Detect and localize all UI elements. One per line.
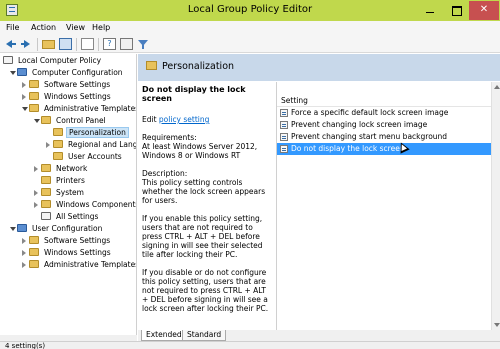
menu-bar: File Action View Help bbox=[0, 21, 500, 36]
list-item-selected[interactable]: Do not display the lock screen bbox=[277, 143, 498, 155]
toolbar-separator bbox=[76, 38, 77, 51]
folder-icon bbox=[53, 152, 63, 160]
collapse-arrow-icon[interactable] bbox=[34, 119, 40, 123]
requirements-text: Requirements: At least Windows Server 20… bbox=[142, 133, 258, 160]
expand-arrow-icon[interactable] bbox=[34, 166, 38, 172]
tab-standard[interactable]: Standard bbox=[182, 330, 227, 341]
policy-setting-icon bbox=[280, 145, 288, 153]
folder-icon bbox=[146, 61, 157, 70]
toolbar-separator bbox=[37, 38, 38, 51]
list-item[interactable]: Force a specific default lock screen ima… bbox=[277, 107, 498, 119]
forward-arrow-icon[interactable] bbox=[20, 38, 33, 50]
maximize-button[interactable] bbox=[443, 1, 469, 20]
section-header: Personalization bbox=[138, 54, 500, 81]
folder-icon bbox=[29, 80, 39, 88]
scroll-up-icon[interactable] bbox=[494, 85, 500, 89]
policy-tree: Local Computer Policy Computer Configura… bbox=[0, 54, 137, 335]
help-icon[interactable]: ? bbox=[103, 38, 116, 50]
settings-list: Setting Force a specific default lock sc… bbox=[276, 82, 500, 330]
folder-icon bbox=[41, 164, 51, 172]
menu-help[interactable]: Help bbox=[92, 23, 110, 32]
folder-icon bbox=[53, 128, 63, 136]
filter-icon[interactable] bbox=[136, 38, 149, 50]
menu-action[interactable]: Action bbox=[31, 23, 56, 32]
user-icon bbox=[17, 224, 27, 232]
all-settings-icon bbox=[41, 212, 51, 220]
folder-icon bbox=[29, 92, 39, 100]
policy-heading: Do not display the lock screen bbox=[142, 85, 246, 103]
folder-icon bbox=[29, 248, 39, 256]
section-title: Personalization bbox=[162, 61, 235, 72]
expand-arrow-icon[interactable] bbox=[46, 142, 50, 148]
tab-extended[interactable]: Extended bbox=[141, 330, 187, 341]
show-hide-tree-icon[interactable] bbox=[59, 38, 72, 50]
menu-view[interactable]: View bbox=[66, 23, 85, 32]
expand-arrow-icon[interactable] bbox=[22, 82, 26, 88]
back-arrow-icon[interactable] bbox=[4, 38, 17, 50]
folder-icon bbox=[41, 188, 51, 196]
description-text: Description: This policy setting control… bbox=[142, 169, 266, 205]
disable-paragraph: If you disable or do not configure this … bbox=[142, 268, 269, 313]
folder-icon bbox=[41, 116, 51, 124]
folder-icon bbox=[53, 140, 63, 148]
edit-policy-link[interactable]: policy setting bbox=[159, 115, 209, 124]
list-item[interactable]: Prevent changing lock screen image bbox=[277, 119, 498, 131]
description-pane: Do not display the lock screen Edit poli… bbox=[138, 82, 275, 330]
expand-arrow-icon[interactable] bbox=[34, 202, 38, 208]
view-tabs: Extended Standard bbox=[138, 330, 500, 341]
folder-icon bbox=[41, 176, 51, 184]
collapse-arrow-icon[interactable] bbox=[10, 71, 16, 75]
expand-arrow-icon[interactable] bbox=[22, 250, 26, 256]
policy-setting-icon bbox=[280, 121, 288, 129]
edit-policy-line: Edit policy setting bbox=[142, 115, 210, 124]
enable-paragraph: If you enable this policy setting, users… bbox=[142, 214, 263, 259]
folder-icon bbox=[29, 260, 39, 268]
folder-icon bbox=[41, 200, 51, 208]
expand-arrow-icon[interactable] bbox=[22, 94, 26, 100]
policy-setting-icon bbox=[280, 133, 288, 141]
menu-file[interactable]: File bbox=[6, 23, 19, 32]
scroll-down-icon[interactable] bbox=[494, 323, 500, 327]
expand-arrow-icon[interactable] bbox=[34, 190, 38, 196]
policy-setting-icon bbox=[280, 109, 288, 117]
folder-icon bbox=[29, 236, 39, 244]
column-header-setting[interactable]: Setting bbox=[277, 95, 500, 107]
toolbar-separator bbox=[98, 38, 99, 51]
list-item[interactable]: Prevent changing start menu background bbox=[277, 131, 498, 143]
collapse-arrow-icon[interactable] bbox=[22, 107, 28, 111]
export-list-icon[interactable] bbox=[81, 38, 94, 50]
collapse-arrow-icon[interactable] bbox=[10, 227, 16, 231]
status-bar: 4 setting(s) bbox=[0, 341, 500, 349]
properties-icon[interactable] bbox=[120, 38, 133, 50]
folder-icon bbox=[29, 104, 39, 112]
title-bar: Local Group Policy Editor ✕ bbox=[0, 0, 500, 21]
computer-icon bbox=[17, 68, 27, 76]
policy-icon bbox=[3, 56, 13, 64]
minimize-button[interactable] bbox=[417, 1, 443, 20]
toolbar: ? bbox=[0, 36, 500, 53]
close-button[interactable]: ✕ bbox=[469, 1, 499, 20]
expand-arrow-icon[interactable] bbox=[22, 262, 26, 268]
up-folder-icon[interactable] bbox=[42, 40, 55, 49]
vertical-scrollbar[interactable] bbox=[491, 82, 500, 330]
expand-arrow-icon[interactable] bbox=[22, 238, 26, 244]
